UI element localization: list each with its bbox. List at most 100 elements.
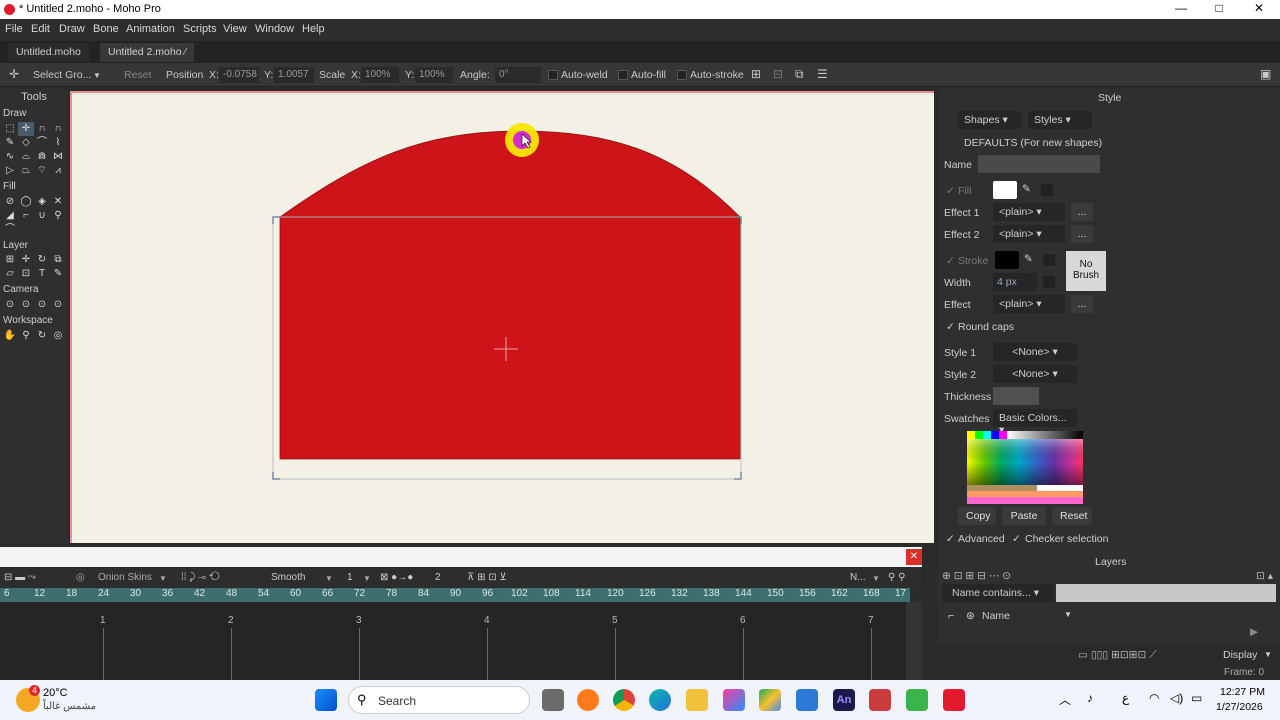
menu-view[interactable]: View bbox=[223, 23, 247, 35]
line-width-icon[interactable]: ◢ bbox=[2, 209, 18, 223]
stroke-extra-button[interactable] bbox=[1043, 254, 1055, 266]
menu-draw[interactable]: Draw bbox=[59, 23, 85, 35]
bbox-corner-bl[interactable] bbox=[272, 472, 280, 480]
bbox-corner-tl[interactable] bbox=[272, 216, 280, 224]
warp-icon[interactable]: ⩘ bbox=[50, 164, 66, 178]
copy-button[interactable]: Copy bbox=[958, 507, 996, 525]
scale-layer-icon[interactable]: ⧉ bbox=[50, 253, 66, 267]
bbox-corner-br[interactable] bbox=[734, 472, 742, 480]
firefox-icon[interactable] bbox=[577, 689, 599, 711]
advanced-checkbox[interactable]: ✓ bbox=[946, 533, 955, 545]
timeline-filter-icon[interactable]: ⊼ ⊞ ⊡ ⊻ bbox=[467, 572, 507, 583]
draw-shape-icon[interactable]: ◇ bbox=[18, 136, 34, 150]
distribute-icon[interactable]: ⊟ bbox=[773, 67, 783, 81]
input-language[interactable]: ع bbox=[1122, 691, 1129, 705]
select-points-icon[interactable]: ⬚ bbox=[2, 122, 18, 136]
menu-scripts[interactable]: Scripts bbox=[183, 23, 217, 35]
effect1-dropdown[interactable]: <plain> ▾ bbox=[993, 203, 1065, 221]
position-x-field[interactable]: -0.0758 bbox=[219, 67, 259, 83]
timeline-zoom-icon[interactable]: ⚲ ⚲ bbox=[888, 572, 905, 583]
clock-time[interactable]: 12:27 PM bbox=[1220, 686, 1265, 698]
reset-style-button[interactable]: Reset bbox=[1052, 507, 1092, 525]
stroke-effect-dropdown[interactable]: <plain> ▾ bbox=[993, 295, 1065, 313]
roll-camera-icon[interactable]: ⊙ bbox=[34, 298, 50, 312]
style1-dropdown[interactable]: <None> ▾ bbox=[993, 343, 1077, 361]
reset-button[interactable]: Reset bbox=[124, 69, 151, 81]
effect2-more-button[interactable]: ... bbox=[1071, 225, 1093, 243]
file-explorer-icon[interactable] bbox=[686, 689, 708, 711]
auto-weld-checkbox[interactable] bbox=[548, 70, 558, 80]
noise-icon[interactable]: ⋈ bbox=[50, 150, 66, 164]
delete-shape-icon[interactable]: ✕ bbox=[50, 195, 66, 209]
eraser-icon[interactable]: ⌒ bbox=[34, 136, 50, 150]
layers-scroll-right-icon[interactable]: ▶ bbox=[1250, 626, 1258, 638]
display-chevron-icon[interactable]: ▼ bbox=[1264, 650, 1272, 659]
step-field[interactable]: 1 bbox=[347, 572, 353, 583]
red-shape[interactable] bbox=[279, 130, 741, 460]
clock-date[interactable]: 1/27/2026 bbox=[1216, 701, 1263, 713]
timeline-n-dropdown[interactable]: N... bbox=[850, 572, 866, 583]
menu-animation[interactable]: Animation bbox=[126, 23, 175, 35]
scale-x-field[interactable]: 100% bbox=[361, 67, 399, 83]
step-chevron-icon[interactable]: ▼ bbox=[363, 574, 371, 583]
color-swatches-palette[interactable] bbox=[967, 431, 1083, 504]
menu-help[interactable]: Help bbox=[302, 23, 325, 35]
chrome-icon[interactable] bbox=[613, 689, 635, 711]
layer-eyedropper-icon[interactable]: ✎ bbox=[50, 267, 66, 281]
layer-search-input[interactable] bbox=[1056, 584, 1276, 602]
tab-untitled-2[interactable]: Untitled 2.moho ∕ bbox=[100, 43, 195, 62]
auto-stroke-checkbox[interactable] bbox=[677, 70, 687, 80]
timeline-channels-icon[interactable]: ⊟ ▬ ⤳ bbox=[4, 572, 36, 583]
zoom-icon[interactable]: ⚲ bbox=[18, 329, 34, 343]
track-camera-icon[interactable]: ⊙ bbox=[2, 298, 18, 312]
layer-filter-dropdown[interactable]: Name contains... ▾ bbox=[942, 584, 1054, 602]
microphone-icon[interactable]: ♪ bbox=[1087, 691, 1093, 705]
task-view-icon[interactable] bbox=[542, 689, 564, 711]
freehand-icon[interactable]: ✎ bbox=[2, 136, 18, 150]
interpolation-dropdown[interactable]: Smooth bbox=[271, 572, 305, 583]
view-mode-icons[interactable]: ▭ ▯▯▯ ⊞⊡⊞⊡ ⟋ bbox=[1078, 649, 1157, 662]
stroke-color-swatch[interactable] bbox=[995, 251, 1019, 269]
paste-button[interactable]: Paste bbox=[1002, 507, 1046, 525]
layer-transform-icon[interactable]: ⊞ bbox=[2, 253, 18, 267]
interpolation-chevron-icon[interactable]: ▼ bbox=[325, 574, 333, 583]
hand-icon[interactable]: ✋ bbox=[2, 329, 18, 343]
thickness-field[interactable] bbox=[993, 387, 1039, 405]
chevron-down-icon[interactable]: ▼ bbox=[93, 71, 101, 80]
perspective-icon[interactable]: ▷ bbox=[2, 164, 18, 178]
transform-points-icon[interactable]: ✛ bbox=[18, 122, 34, 136]
edge-icon[interactable] bbox=[649, 689, 671, 711]
set-origin-icon[interactable]: ⊡ bbox=[18, 267, 34, 281]
search-box[interactable]: ⚲ Search bbox=[348, 686, 530, 714]
select-shape-icon[interactable]: ⊘ bbox=[2, 195, 18, 209]
magnet-icon[interactable]: ⋒ bbox=[34, 150, 50, 164]
name-sort-icon[interactable]: ▼ bbox=[1064, 610, 1072, 619]
menu-edit[interactable]: Edit bbox=[31, 23, 50, 35]
eyedropper-icon[interactable]: ⚲ bbox=[50, 209, 66, 223]
select-group-dropdown[interactable]: Select Gro... bbox=[33, 69, 91, 81]
flip-icon[interactable]: ⧉ bbox=[795, 67, 804, 82]
animate-icon[interactable]: An bbox=[833, 689, 855, 711]
position-y-field[interactable]: 1.0057 bbox=[274, 67, 314, 83]
display-dropdown[interactable]: Display bbox=[1223, 649, 1257, 661]
frame-ruler[interactable]: 6 12 18 24 30 36 42 48 54 60 66 72 78 84… bbox=[0, 588, 910, 602]
menu-bone[interactable]: Bone bbox=[93, 23, 119, 35]
layer-name-column[interactable]: Name bbox=[982, 610, 1010, 622]
point-reduction-icon[interactable]: ⌇ bbox=[50, 136, 66, 150]
fill-extra-button[interactable] bbox=[1041, 184, 1053, 196]
timeline-n-chevron-icon[interactable]: ▼ bbox=[872, 574, 880, 583]
width-extra-button[interactable] bbox=[1043, 276, 1055, 288]
swatches-dropdown[interactable]: Basic Colors... ▾ bbox=[993, 409, 1077, 436]
align-icon[interactable]: ⊞ bbox=[751, 67, 761, 81]
no-brush-button[interactable]: No Brush bbox=[1066, 251, 1106, 291]
timeline-body[interactable]: 1 2 3 4 5 6 7 bbox=[0, 602, 906, 680]
maximize-button[interactable]: □ bbox=[1200, 1, 1238, 18]
copilot-icon[interactable] bbox=[723, 689, 745, 711]
curve-profile-icon[interactable]: ⌒ bbox=[2, 223, 18, 237]
app-icon[interactable] bbox=[869, 689, 891, 711]
onion-skins-dropdown[interactable]: Onion Skins bbox=[98, 572, 152, 583]
stroke-exposure-icon[interactable]: ∪ bbox=[34, 209, 50, 223]
battery-icon[interactable]: ▭ bbox=[1191, 691, 1202, 705]
style2-dropdown[interactable]: <None> ▾ bbox=[993, 365, 1077, 383]
layer-actions-icons[interactable]: ⊕ ⊡ ⊞ ⊟ ⋯ ⊙ bbox=[942, 570, 1011, 582]
